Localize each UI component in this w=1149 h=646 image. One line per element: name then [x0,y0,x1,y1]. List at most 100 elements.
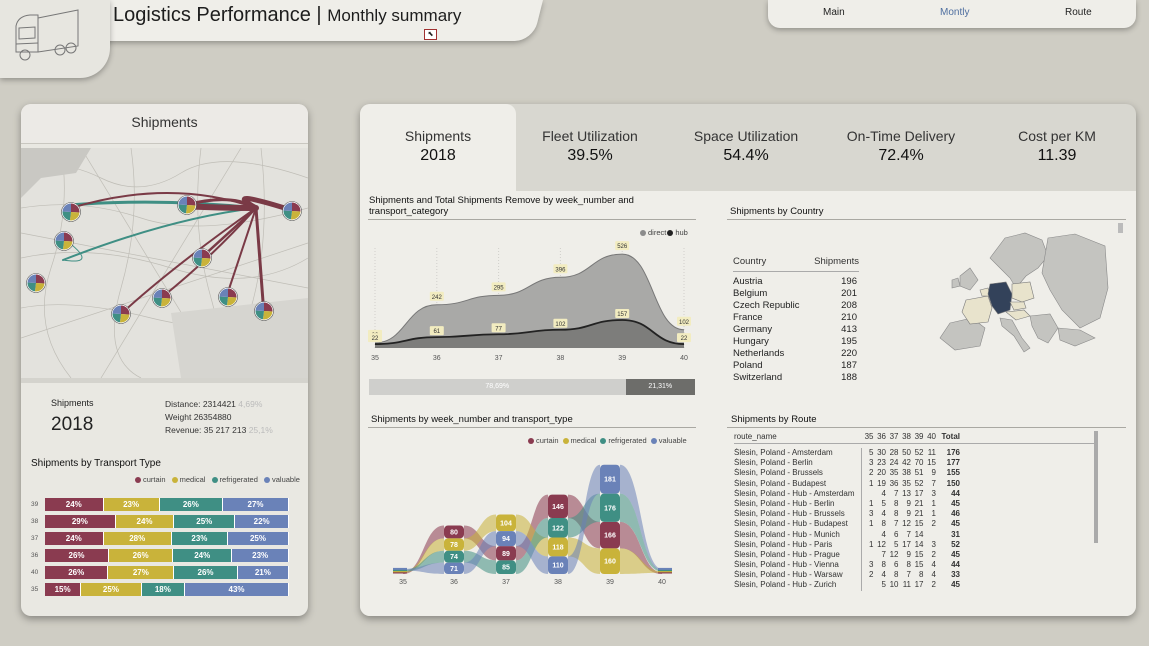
country-header: Country Shipments [733,256,859,272]
route-rows: Ślesin, Poland - Amsterdam 5 30 28 50 52 11 176… [734,448,1094,591]
route-table[interactable]: route_name 35 36 37 38 39 40 Total Ślesi… [734,430,1094,591]
route-week-value: 3 [931,539,936,549]
route-week-value: 4 [931,570,936,580]
split-bar[interactable]: 78,69% 21,31% [369,379,695,395]
map-location-pie[interactable] [111,304,131,324]
route-row[interactable]: Ślesin, Poland - Hub - Munich 4 6 7 14 31 [734,529,1094,540]
country-row[interactable]: Czech Republic 208 [733,300,859,312]
kpi-shipments[interactable]: Shipments 2018 [360,104,516,190]
route-row[interactable]: Ślesin, Poland - Budapest 1 19 36 35 52 7 150 [734,478,1094,489]
small-flag-icon[interactable]: ⬉ [424,29,437,40]
route-week-value: 5 [861,448,874,459]
route-week-value: 7 [906,529,911,539]
kpi-fleet-utilization[interactable]: Fleet Utilization 39.5% [516,104,664,190]
route-week-value: 8 [881,519,886,529]
route-row[interactable]: Ślesin, Poland - Brussels 2 20 35 38 51 9 155 [734,468,1094,479]
route-row[interactable]: Ślesin, Poland - Hub - Prague 7 12 9 15 2 45 [734,549,1094,561]
transport-stacked-bars[interactable]: 39 24% 23% 26% 27% 38 29% 24% 25% 22% 37 24% 28% 23% 2… [31,498,291,600]
legend-dot-valuable [264,477,270,484]
route-week-value: 7 [931,478,936,488]
route-row[interactable]: Ślesin, Poland - Hub - Vienna 3 8 6 8 15 4 44 [734,560,1094,571]
map-location-pie[interactable] [192,248,212,268]
route-week-value: 12 [877,539,886,549]
kpi-on-time-delivery[interactable]: On-Time Delivery 72.4% [824,104,978,190]
route-week-value: 9 [931,468,936,478]
svg-text:61: 61 [433,329,440,335]
route-week-value: 4 [881,570,886,580]
map-location-pie[interactable] [152,288,172,308]
route-week-value: 9 [906,498,911,508]
route-name: Ślesin, Poland - Amsterdam [734,448,833,457]
route-row[interactable]: Ślesin, Poland - Hub - Brussels 3 4 8 9 21 1 46 [734,509,1094,520]
data-label: 157 [615,308,630,318]
nav-main[interactable]: Main [823,7,845,18]
route-row[interactable]: Ślesin, Poland - Hub - Paris 1 12 5 17 14 3 52 [734,539,1094,550]
country-row[interactable]: France 210 [733,312,859,324]
country-scrollbar[interactable] [1118,223,1123,233]
map-location-pie[interactable] [177,195,197,215]
transport-row[interactable]: 40 26% 27% 26% 21% [31,566,291,579]
legend-curtain: curtain [143,475,166,484]
nav-montly[interactable]: Montly [940,7,969,18]
map-location-pie[interactable] [61,202,81,222]
route-week-value: 4 [881,529,886,539]
route-row[interactable]: Ślesin, Poland - Amsterdam 5 30 28 50 52 11 176 [734,448,1094,459]
route-week-value: 7 [906,570,911,580]
transport-row[interactable]: 36 26% 26% 24% 23% [31,549,291,562]
data-label: 295 [491,282,506,292]
transport-row[interactable]: 35 15% 25% 18% 43% [31,583,291,596]
route-map[interactable] [21,148,308,378]
x-tick: 39 [606,579,614,586]
route-week-value: 10 [889,580,899,590]
route-week-value [861,488,874,499]
route-week-value: 15 [927,458,936,468]
route-row[interactable]: Ślesin, Poland - Hub - Amsterdam 4 7 13 17 3 4… [734,488,1094,499]
country-table[interactable]: Country Shipments Austria 196 Belgium 201 Cze… [733,256,859,384]
country-row[interactable]: Germany 413 [733,324,859,336]
route-week-value: 17 [902,539,911,549]
map-location-pie[interactable] [254,301,274,321]
country-row[interactable]: Poland 187 [733,360,859,372]
route-row[interactable]: Ślesin, Poland - Hub - Warsaw 2 4 8 7 8 4 33 [734,570,1094,581]
x-tick: 37 [495,355,503,362]
map-scandinavia [989,232,1049,289]
country-row[interactable]: Belgium 201 [733,288,859,300]
week-col-header: 35 [864,432,874,441]
country-row[interactable]: Switzerland 188 [733,372,859,384]
route-row[interactable]: Ślesin, Poland - Hub - Budapest 1 8 7 12 15 2 4… [734,519,1094,530]
bar-segment-valuable: 21% [237,566,289,579]
kpi-space-utilization[interactable]: Space Utilization 54.4% [668,104,824,190]
route-row[interactable]: Ślesin, Poland - Berlin 3 23 24 42 70 15 177 [734,458,1094,469]
ribbon-chart[interactable]: 35 36 37 38 39 40 80 78 74 71 89 104 85 94 146 118 122 11… [386,450,686,590]
kpi-value: 39.5% [567,147,613,164]
route-week-value: 14 [914,539,924,549]
route-week-value: 1 [931,509,936,519]
country-row[interactable]: Netherlands 220 [733,348,859,360]
data-label: 526 [615,241,630,251]
route-row[interactable]: Ślesin, Poland - Hub - Zurich 5 10 11 17 2 45 [734,580,1094,591]
route-row[interactable]: Ślesin, Poland - Hub - Berlin 1 5 8 9 21 1 45 [734,498,1094,510]
map-location-pie[interactable] [26,273,46,293]
route-week-value: 8 [894,570,899,580]
transport-row[interactable]: 38 29% 24% 25% 22% [31,515,291,528]
kpi-cost-per-km[interactable]: Cost per KM 11.39 [978,104,1136,190]
svg-text:295: 295 [494,285,505,291]
area-chart[interactable]: 2924229539652610222617710215722353637383… [366,238,696,368]
bar-label: 80 [450,529,458,536]
route-scrollbar[interactable] [1094,431,1098,543]
transport-row[interactable]: 37 24% 28% 23% 25% [31,532,291,545]
bar-segment-refrigerated: 18% [141,583,186,596]
country-row[interactable]: Hungary 195 [733,336,859,348]
svg-text:242: 242 [432,295,443,301]
europe-map[interactable] [930,228,1110,378]
data-label: 102 [677,316,691,326]
route-week-value: 36 [889,478,899,488]
map-location-pie[interactable] [282,201,302,221]
map-location-pie[interactable] [54,231,74,251]
nav-route[interactable]: Route [1065,7,1092,18]
route-week-value: 7 [894,519,899,529]
transport-row[interactable]: 39 24% 23% 26% 27% [31,498,291,511]
map-location-pie[interactable] [218,287,238,307]
country-row[interactable]: Austria 196 [733,276,859,288]
route-week-value: 11 [927,448,936,457]
